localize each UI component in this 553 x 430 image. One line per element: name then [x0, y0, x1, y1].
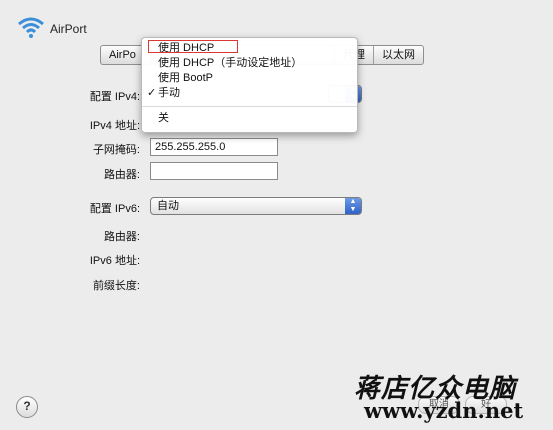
help-button[interactable]: ? [16, 396, 38, 418]
config-ipv4-label: 配置 IPv4: [89, 91, 140, 103]
annotation-highlight-box [148, 40, 238, 53]
subnet-mask-label: 子网掩码: [92, 144, 140, 156]
config-ipv6-popup[interactable]: 自动 ▲ ▼ [150, 197, 362, 215]
watermark-url: www.yzdn.net [364, 398, 524, 423]
router-field[interactable] [150, 162, 278, 180]
prefix-length-label: 前缀长度: [92, 280, 140, 292]
checkmark-icon: ✓ [147, 87, 157, 99]
router-label: 路由器: [103, 169, 140, 181]
menu-item-bootp[interactable]: 使用 BootP [142, 71, 357, 86]
ipv6-address-label: IPv6 地址: [89, 255, 140, 267]
menu-item-dhcp-manual[interactable]: 使用 DHCP（手动设定地址） [142, 56, 357, 71]
window-title: AirPort [50, 22, 87, 36]
config-ipv6-label: 配置 IPv6: [89, 203, 140, 215]
menu-separator [142, 106, 357, 107]
wifi-icon [18, 17, 44, 38]
menu-item-off[interactable]: 关 [142, 111, 357, 126]
updown-arrows-icon: ▲▼ [345, 198, 361, 214]
config-ipv6-value: 自动 [157, 200, 179, 212]
tab-ethernet[interactable]: 以太网 [374, 46, 423, 64]
menu-item-manual[interactable]: ✓ 手动 [142, 86, 357, 101]
subnet-mask-field[interactable]: 255.255.255.0 [150, 138, 278, 156]
router6-label: 路由器: [103, 231, 140, 243]
ipv4-address-label: IPv4 地址: [89, 120, 140, 132]
